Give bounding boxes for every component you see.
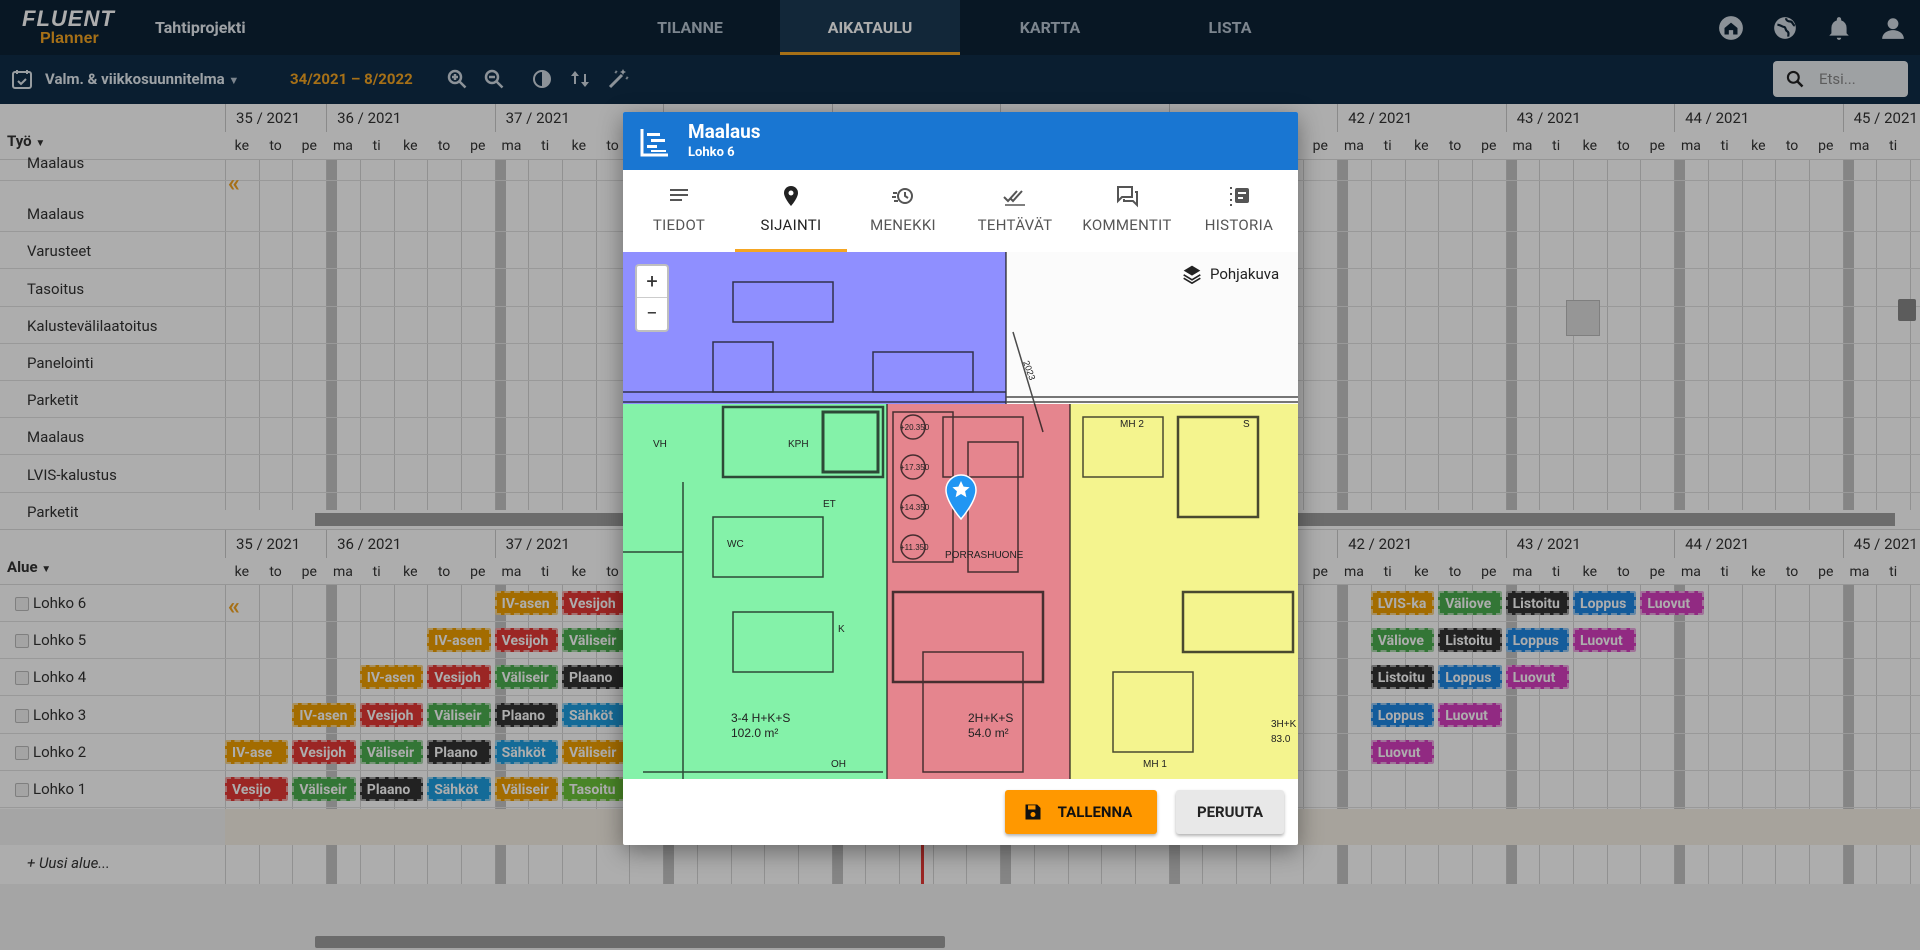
room-label-mh1: MH 1 — [1143, 759, 1167, 770]
layer-toggle[interactable]: Pohjakuva — [1178, 260, 1279, 288]
room-label-oh: OH — [831, 759, 846, 770]
floorplan-map[interactable]: VH KPH WC ET K 3-4 H+K+S 102.0 m² 2H+K+S… — [623, 252, 1298, 779]
room-label-s: S — [1243, 419, 1250, 430]
room-label-porrashuone: PORRASHUONE — [945, 550, 1024, 561]
zone-blue — [623, 252, 1006, 404]
double-check-icon — [1003, 190, 1025, 206]
comment-icon — [1117, 186, 1138, 208]
tab-historia[interactable]: HISTORIA — [1183, 170, 1295, 252]
room-label-mh2: MH 2 — [1120, 419, 1144, 430]
tab-menekki[interactable]: MENEKKI — [847, 170, 959, 252]
location-marker-icon[interactable] — [945, 474, 977, 520]
save-button[interactable]: TALLENNA — [1005, 790, 1157, 834]
tab-tiedot-label: TIEDOT — [652, 216, 706, 234]
dialog-header: Maalaus Lohko 6 — [623, 112, 1298, 170]
location-pin-icon — [784, 186, 798, 206]
dialog-tabs: TIEDOT SIJAINTI MENEKKI TEHTÄVÄT KOMMENT… — [623, 170, 1298, 252]
tab-tiedot[interactable]: TIEDOT — [623, 170, 735, 252]
room-label-et: ET — [823, 499, 836, 510]
layers-icon — [1183, 265, 1201, 284]
dialog-subtitle: Lohko 6 — [688, 145, 735, 160]
room-label-wc: WC — [727, 539, 744, 550]
history-fast-icon — [892, 188, 913, 204]
gantt-icon — [640, 129, 668, 157]
map-zoom-in-button[interactable]: + — [637, 266, 667, 298]
room-label-vh: VH — [653, 439, 667, 450]
save-label: TALLENNA — [1057, 803, 1133, 821]
task-dialog: Maalaus Lohko 6 TIEDOT SIJAINTI MENEKKI … — [623, 112, 1298, 845]
tab-sijainti-label: SIJAINTI — [760, 216, 822, 234]
room-label-3h: 3H+K — [1271, 719, 1297, 730]
history-list-icon — [1230, 187, 1249, 206]
dialog-title: Maalaus — [688, 120, 761, 143]
tab-tehtavat-label: TEHTÄVÄT — [977, 216, 1053, 234]
room-label-kph: KPH — [788, 439, 809, 450]
map-zoom-out-button[interactable]: − — [637, 298, 667, 330]
tab-menekki-label: MENEKKI — [870, 216, 936, 234]
room-area-102: 102.0 m² — [731, 726, 778, 740]
level-label-1: +20.350 — [900, 423, 930, 432]
cancel-button[interactable]: PERUUTA — [1176, 790, 1284, 834]
floppy-disk-icon — [1025, 804, 1041, 820]
room-label-2h: 2H+K+S — [968, 711, 1013, 725]
level-label-3: +14.350 — [900, 503, 930, 512]
room-label-3-4h: 3-4 H+K+S — [731, 711, 790, 725]
room-area-54: 54.0 m² — [968, 726, 1009, 740]
map-zoom-controls: + − — [635, 264, 669, 332]
room-label-k: K — [838, 624, 845, 635]
level-label-4: +11.350 — [900, 543, 929, 552]
tab-kommentit[interactable]: KOMMENTIT — [1071, 170, 1183, 252]
tab-historia-label: HISTORIA — [1204, 216, 1274, 234]
notes-icon — [670, 189, 688, 201]
level-label-2: +17.350 — [900, 463, 930, 472]
layer-label: Pohjakuva — [1210, 265, 1280, 283]
tab-tehtavat[interactable]: TEHTÄVÄT — [959, 170, 1071, 252]
tab-kommentit-label: KOMMENTIT — [1082, 216, 1172, 234]
room-area-83: 83.0 — [1271, 734, 1291, 745]
tab-sijainti[interactable]: SIJAINTI — [735, 170, 847, 252]
